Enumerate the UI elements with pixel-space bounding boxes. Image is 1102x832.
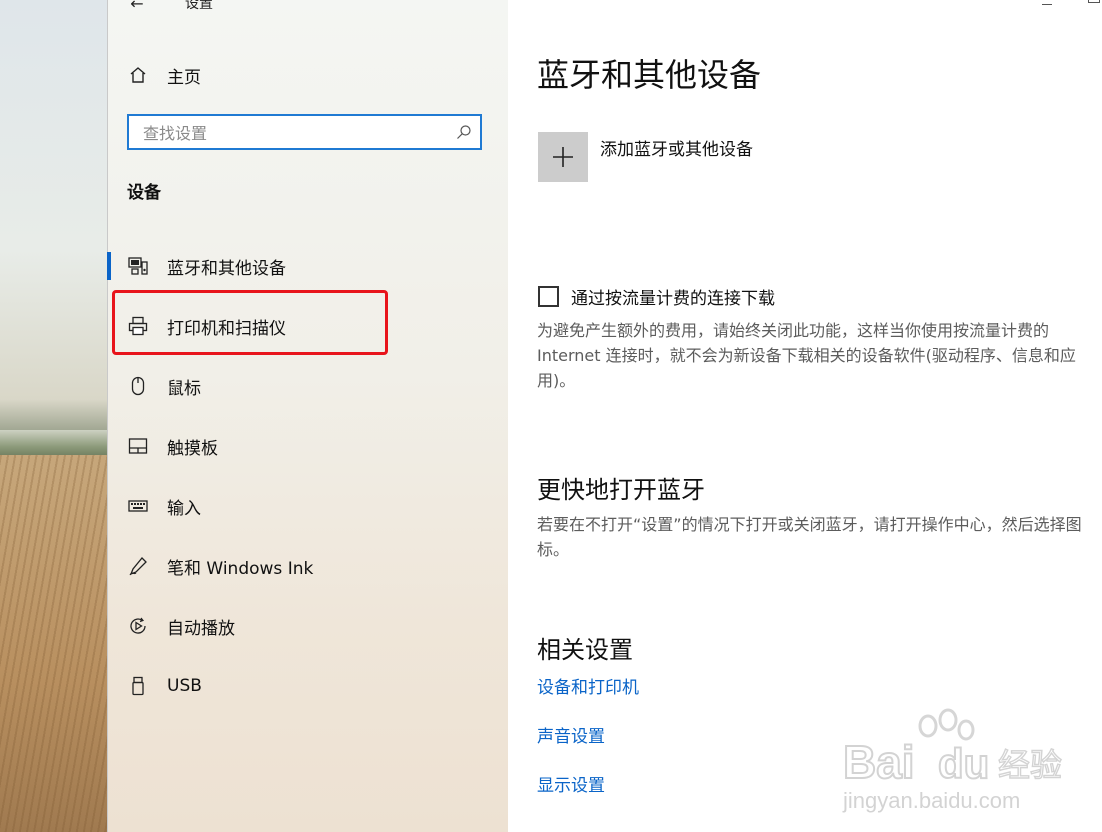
usb-icon — [127, 675, 149, 697]
title-bar: ← 设置 — [107, 0, 508, 14]
watermark-brand: Bai — [843, 736, 915, 788]
touchpad-icon — [127, 435, 149, 457]
home-icon — [127, 64, 149, 86]
sidebar-item-bluetooth[interactable]: 蓝牙和其他设备 — [107, 236, 508, 296]
sidebar-item-label: 触摸板 — [167, 438, 218, 459]
baidu-paw-icon — [918, 708, 975, 741]
sidebar-item-label: 蓝牙和其他设备 — [167, 258, 286, 279]
link-sound-settings[interactable]: 声音设置 — [537, 722, 605, 747]
pen-icon — [127, 555, 149, 577]
printer-highlight-annotation — [112, 290, 388, 355]
wallpaper-horizon — [0, 430, 107, 458]
autoplay-icon — [127, 615, 149, 637]
mouse-icon — [127, 375, 149, 397]
watermark-du: du — [938, 740, 989, 787]
sidebar-item-pen[interactable]: 笔和 Windows Ink — [107, 536, 508, 596]
section-label-devices: 设备 — [127, 183, 161, 203]
sidebar-item-label: 自动播放 — [167, 618, 235, 639]
window-controls — [1022, 0, 1102, 8]
sidebar-item-touchpad[interactable]: 触摸板 — [107, 416, 508, 476]
home-label: 主页 — [167, 67, 201, 88]
baidu-watermark: Bai du 经验 jingyan.baidu.com — [842, 708, 1063, 813]
search-input[interactable] — [141, 116, 445, 150]
sidebar-item-label: USB — [167, 676, 202, 696]
add-device-label[interactable]: 添加蓝牙或其他设备 — [600, 135, 753, 182]
maximize-icon[interactable] — [1088, 0, 1100, 3]
watermark-brand-cn: 经验 — [998, 746, 1062, 784]
bluetooth-devices-icon — [127, 255, 149, 277]
sidebar-item-typing[interactable]: 输入 — [107, 476, 508, 536]
link-display-settings[interactable]: 显示设置 — [537, 771, 605, 796]
quick-bluetooth-description: 若要在不打开“设置”的情况下打开或关闭蓝牙，请打开操作中心，然后选择图标。 — [537, 515, 1082, 559]
metered-label[interactable]: 通过按流量计费的连接下载 — [571, 284, 775, 309]
metered-download-option[interactable]: 通过按流量计费的连接下载 — [538, 284, 775, 309]
add-device-button[interactable]: 添加蓝牙或其他设备 — [538, 132, 753, 182]
link-devices-and-printers[interactable]: 设备和打印机 — [537, 673, 639, 698]
search-icon[interactable] — [456, 124, 472, 140]
keyboard-icon — [127, 495, 149, 517]
metered-checkbox[interactable] — [538, 286, 559, 307]
desktop-wallpaper — [0, 0, 107, 832]
quick-bluetooth-heading: 更快地打开蓝牙 — [537, 476, 705, 504]
window-title: 设置 — [185, 0, 213, 12]
sidebar-item-label: 鼠标 — [167, 378, 201, 399]
sidebar-item-label: 笔和 Windows Ink — [167, 558, 314, 579]
related-settings-heading: 相关设置 — [537, 636, 633, 664]
page-title: 蓝牙和其他设备 — [537, 56, 762, 94]
watermark-url: jingyan.baidu.com — [842, 788, 1020, 813]
minimize-icon[interactable] — [1042, 0, 1052, 5]
search-box[interactable] — [127, 114, 482, 150]
sidebar-item-mouse[interactable]: 鼠标 — [107, 356, 508, 416]
plus-icon[interactable] — [538, 132, 588, 182]
sidebar-item-autoplay[interactable]: 自动播放 — [107, 596, 508, 656]
home-nav-item[interactable]: 主页 — [127, 60, 201, 90]
metered-description: 为避免产生额外的费用，请始终关闭此功能，这样当你使用按流量计费的 Interne… — [537, 321, 1076, 390]
sidebar-item-label: 输入 — [167, 498, 201, 519]
sidebar-item-usb[interactable]: USB — [107, 656, 508, 716]
settings-sidebar: ← 设置 主页 设备 蓝牙和其他设备 打印机和扫描仪 — [107, 0, 508, 832]
back-arrow-icon[interactable]: ← — [127, 0, 147, 14]
wallpaper-wheat-field — [0, 455, 107, 832]
